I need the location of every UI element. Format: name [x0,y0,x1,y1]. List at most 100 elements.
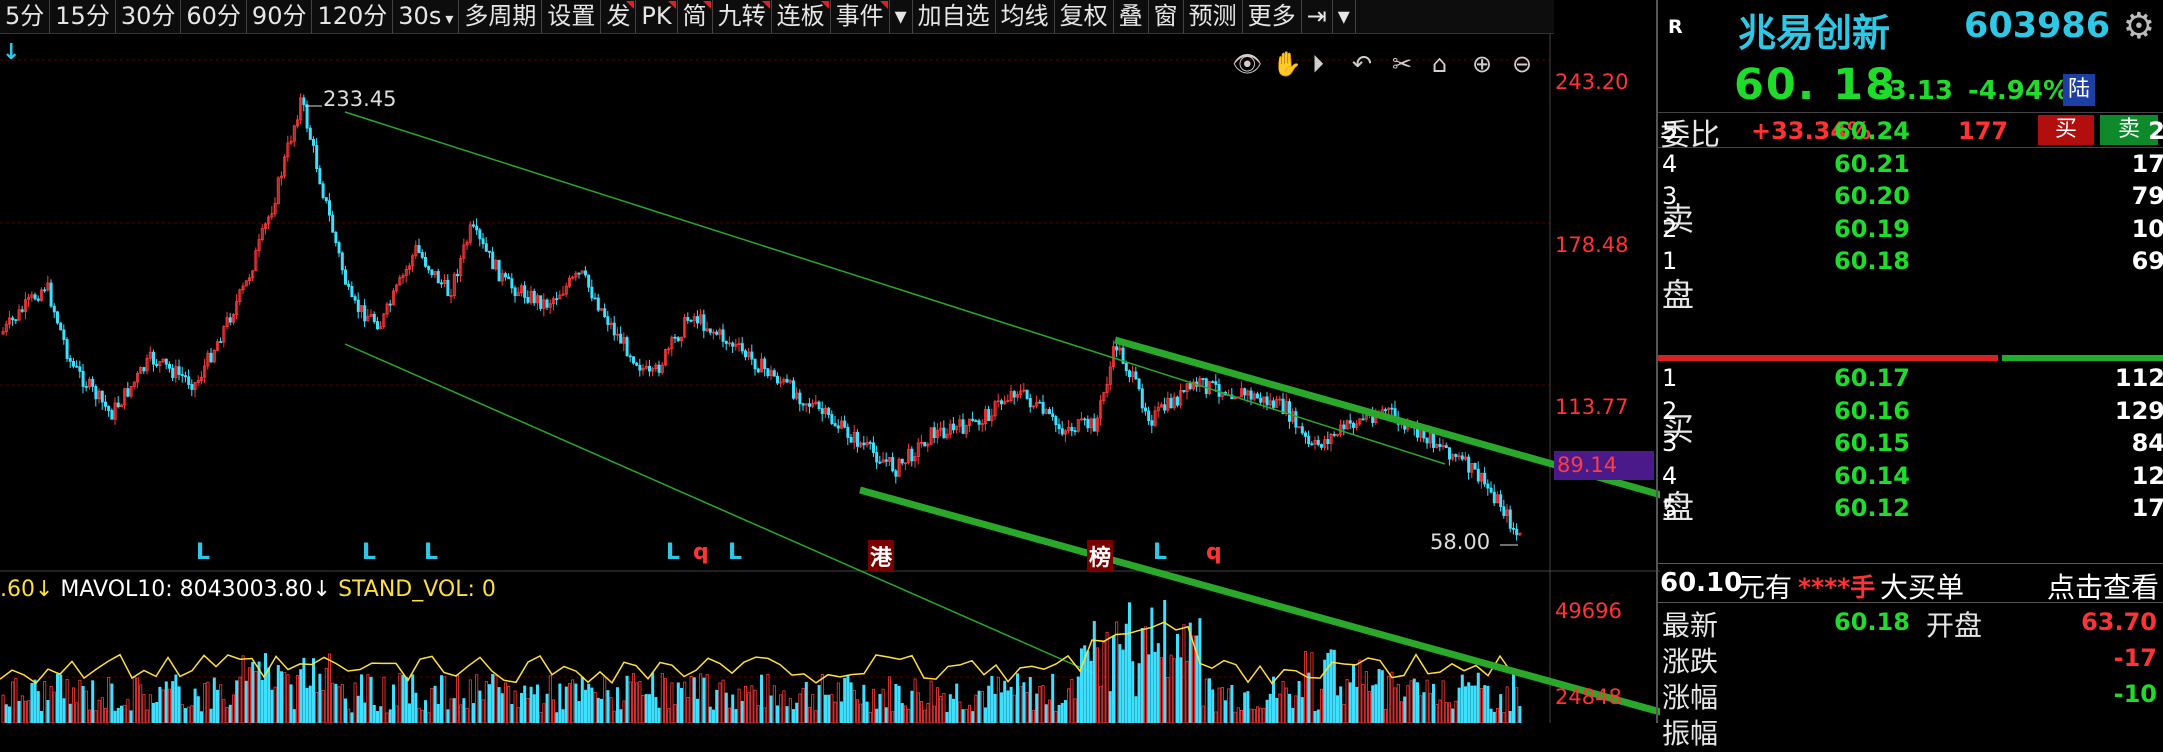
hand-icon[interactable]: ✋ [1272,50,1302,78]
toolbar-item[interactable]: 60分 [181,0,247,33]
toolbar-item[interactable]: 连板 [772,0,831,33]
candle-body [923,442,927,447]
volume-bar [635,682,639,723]
order-book-row[interactable]: 4 60.21 17 [1658,148,2163,182]
volume-bar [487,684,491,723]
candle-body [388,303,392,306]
volume-bar [1172,658,1176,723]
toolbar-item[interactable]: 更多 [1243,0,1302,33]
toolbar-item[interactable]: ⇥ [1302,0,1333,33]
candle-body [324,197,328,202]
candle-body [171,367,175,378]
volume-bar [913,678,917,723]
volume-bar [1400,701,1404,723]
candle-body [1304,432,1308,437]
order-book-row[interactable]: 2 60.19 10 [1658,213,2163,247]
undo-icon[interactable]: ↶ [1352,50,1372,78]
candle-body [1217,384,1221,397]
toolbar-item[interactable]: 多周期 [459,0,543,33]
stat-value: -10 [2113,680,2157,708]
toolbar-item[interactable]: ▾ [890,0,913,33]
gear-icon[interactable]: ⚙ [2123,6,2155,47]
volume-bar [1131,661,1135,723]
volume-bar [359,674,363,723]
candle-body [104,401,108,407]
volume-bar [923,709,927,723]
volume-bar [1169,654,1173,723]
order-book-row[interactable]: 3 60.15 84 [1658,427,2163,461]
toolbar-item[interactable]: 均线 [996,0,1055,33]
volume-bar [1044,704,1048,723]
volume-bar [1073,698,1077,723]
order-level: 2 [1662,396,1678,425]
toolbar-item[interactable]: 30s ▾ [393,0,460,33]
scissors-icon[interactable]: ✂ [1392,50,1412,78]
candle-body [1182,390,1186,393]
order-book-row[interactable]: 1 60.18 69 [1658,245,2163,279]
order-book-row[interactable]: 5 60.24 2 [1658,115,2163,149]
candle-body [987,409,991,422]
kline-plot[interactable] [0,34,1660,723]
volume-bar [407,703,411,723]
candle-body [686,317,690,321]
lock-icon[interactable]: ⌂ [1432,50,1447,78]
candle-body [81,370,85,387]
order-book-row[interactable]: 4 60.14 12 [1658,460,2163,494]
zoom-out-icon[interactable]: ⊖ [1512,50,1532,78]
candle-body [977,420,981,425]
candle-body [817,401,821,410]
toolbar-item[interactable]: 设置 [542,0,602,33]
toolbar-item[interactable]: 叠 [1114,0,1149,33]
volume-bar [772,685,776,723]
volume-bar [30,683,34,723]
toolbar-item[interactable]: 事件 [831,0,890,33]
toolbar-item[interactable]: 发 [601,0,637,33]
toolbar-item[interactable]: 窗 [1149,0,1184,33]
toolbar-item[interactable]: ▾ [1333,0,1356,33]
order-book-row[interactable]: 2 60.16 129 [1658,395,2163,429]
toolbar-item[interactable]: 九转 [713,0,772,33]
volume-bar [161,689,165,723]
candle-body [481,238,485,245]
candle-body [1489,487,1493,493]
toolbar-item[interactable]: 90分 [247,0,313,33]
candle-body [1214,381,1218,385]
candle-body [311,139,315,146]
toolbar-item[interactable]: 加自选 [913,0,996,33]
candle-body [1256,393,1260,399]
toolbar-item[interactable]: 简 [678,0,713,33]
volume-bar [7,706,11,723]
candle-body [1316,439,1320,445]
candle-body [587,274,591,288]
order-book-row[interactable]: 3 60.20 79 [1658,180,2163,214]
toolbar-item[interactable]: PK [636,0,678,33]
play-icon[interactable]: ⏵ [1312,50,1324,78]
order-price: 60.14 [1834,461,1910,490]
volume-bar [686,697,690,723]
order-book-row[interactable]: 5 60.12 17 [1658,492,2163,526]
toolbar-item[interactable]: 120分 [312,0,394,33]
kline-chart[interactable]: ↓ 👁 ✋ ⏵ ↶ ✂ ⌂ ⊕ ⊖ 243.20 178.48 113.77 8… [0,34,1660,723]
order-book-row[interactable]: 1 60.17 112 [1658,362,2163,396]
big-order-row[interactable]: 60.10 元有 ****手 大买单 点击查看 [1658,563,2163,606]
view-details-link[interactable]: 点击查看 [2047,566,2159,606]
toolbar-item[interactable]: 30分 [116,0,182,33]
toolbar-item[interactable]: 预测 [1184,0,1243,33]
candle-body [1140,388,1144,409]
volume-bar [94,710,98,723]
volume-bar [459,704,463,723]
sell-ratio-fill [2002,355,2163,361]
toolbar-item[interactable]: 复权 [1055,0,1114,33]
eye-icon[interactable]: 👁 [1232,50,1262,78]
toolbar-item[interactable]: 5分 [0,0,51,33]
volume-bar [539,711,543,723]
volume-bar [1464,686,1468,723]
volume-bar [568,683,572,723]
volume-bar [699,673,703,723]
zoom-in-icon[interactable]: ⊕ [1472,50,1492,78]
volume-bar [1502,712,1506,723]
volume-bar [327,653,331,723]
toolbar-item[interactable]: 15分 [50,0,116,33]
volume-bar [584,689,588,723]
candle-body [321,183,325,199]
